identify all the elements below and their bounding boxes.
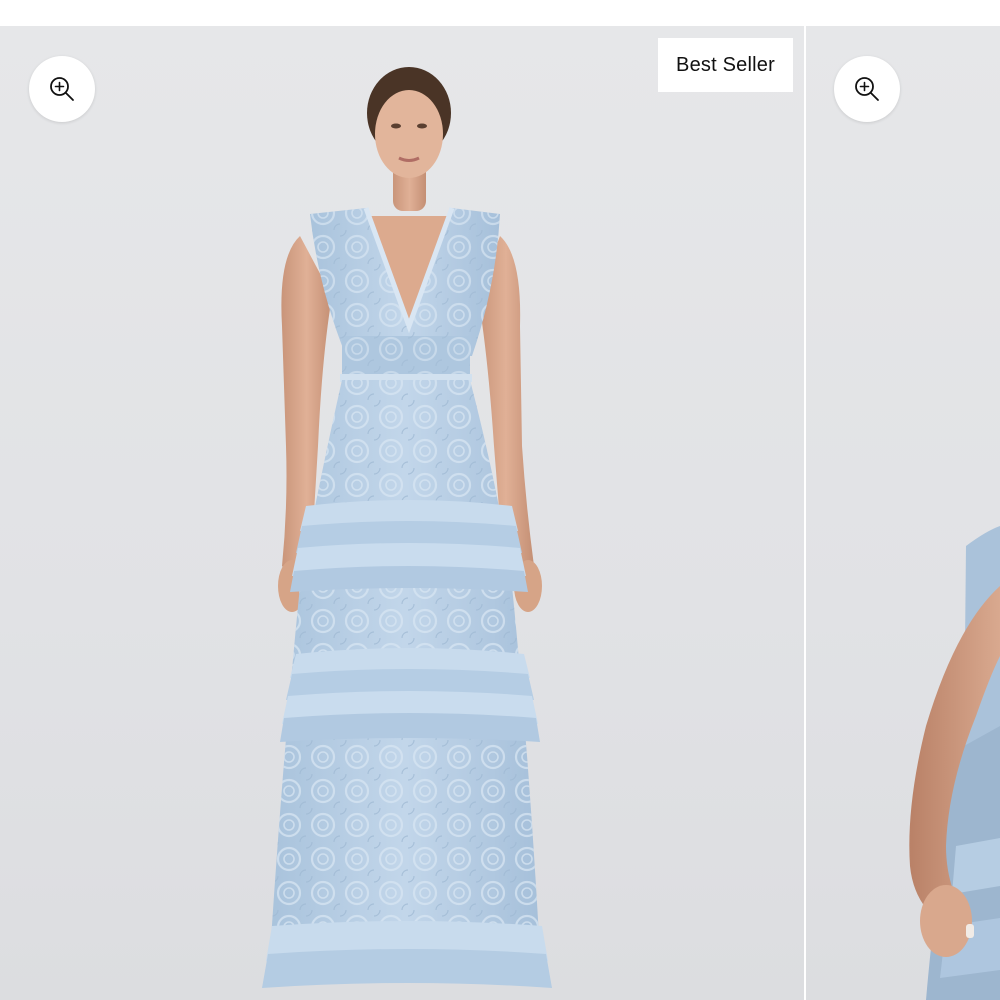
product-image-front[interactable]: Best Seller bbox=[0, 26, 804, 1000]
zoom-button-side[interactable] bbox=[834, 56, 900, 122]
model-side-illustration bbox=[909, 526, 1000, 1000]
zoom-in-icon bbox=[50, 77, 74, 101]
model-dress-illustration bbox=[262, 67, 552, 988]
zoom-button-front[interactable] bbox=[29, 56, 95, 122]
product-image-side[interactable] bbox=[806, 26, 1000, 1000]
best-seller-badge: Best Seller bbox=[658, 38, 793, 92]
product-image-gallery[interactable]: Best Seller bbox=[0, 26, 1000, 1000]
zoom-in-icon bbox=[855, 77, 879, 101]
product-page: Best Seller bbox=[0, 0, 1000, 1000]
